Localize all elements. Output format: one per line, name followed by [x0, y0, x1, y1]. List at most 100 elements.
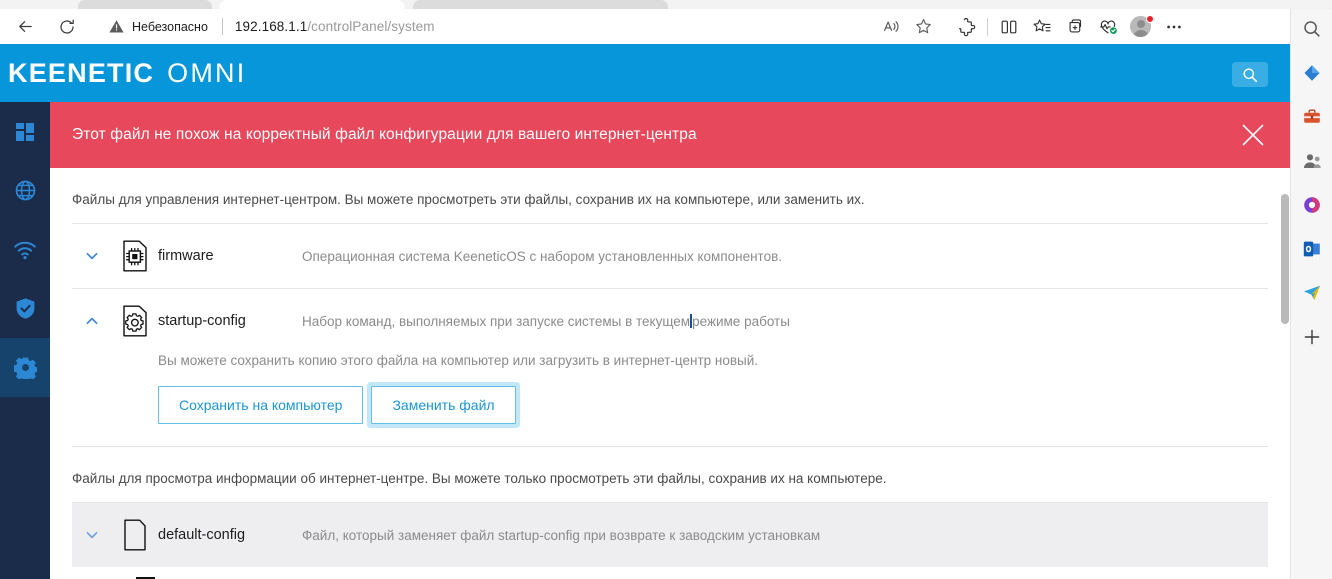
active-tab[interactable]	[219, 0, 405, 9]
background-tab[interactable]	[78, 0, 212, 9]
back-arrow-icon	[18, 21, 32, 32]
sidebar-item-settings[interactable]	[0, 338, 50, 397]
plus-icon	[1304, 329, 1319, 345]
close-icon	[1242, 124, 1264, 146]
url-host: 192.168.1.1	[234, 19, 308, 34]
toolbar-right-actions	[950, 9, 1190, 44]
url-text: 192.168.1.1/controlPanel/system	[235, 19, 435, 34]
file-row-default-config: default-config Файл, который заменяет фа…	[72, 503, 1268, 567]
file-name: default-config	[158, 527, 246, 543]
puzzle-icon	[958, 17, 975, 36]
edge-sidebar-item-search[interactable]	[1296, 13, 1328, 45]
add-to-collection-button[interactable]	[1058, 12, 1091, 42]
read-aloud-button[interactable]	[876, 13, 906, 40]
omnibox-actions	[876, 13, 938, 40]
keenetic-header: KEENETIC OMNI	[0, 44, 1290, 102]
heart-pulse-icon	[1099, 20, 1117, 34]
search-button[interactable]	[1232, 62, 1268, 87]
edge-sidebar-item-copilot[interactable]	[1296, 57, 1328, 89]
alert-close-button[interactable]	[1236, 118, 1270, 152]
sidebar-item-internet[interactable]	[0, 161, 50, 220]
edge-sidebar-add-button[interactable]	[1296, 321, 1328, 353]
screenshot-root: Небезопасно 192.168.1.1/controlPanel/sys…	[0, 0, 1332, 579]
sidebar-item-wifi[interactable]	[0, 220, 50, 279]
edge-sidebar-item-contacts[interactable]	[1296, 145, 1328, 177]
globe-icon	[15, 180, 35, 201]
chevron-down-icon[interactable]	[72, 248, 112, 264]
file-description: Набор команд, выполняемых при запуске си…	[302, 313, 790, 329]
not-secure-warning-icon	[109, 20, 124, 33]
file-row-header[interactable]: startup-config Набор команд, выполняемых…	[72, 289, 1268, 353]
file-row-header[interactable]: firmware Операционная система KeeneticOS…	[72, 224, 1268, 288]
collections-button[interactable]	[1025, 12, 1058, 42]
omnibox-divider	[221, 18, 223, 35]
page-body: Этот файл не похож на корректный файл ко…	[50, 102, 1290, 579]
brand-name: KEENETIC	[8, 58, 155, 88]
copy-plus-icon	[1069, 18, 1081, 32]
back-button[interactable]	[8, 12, 42, 42]
gear-icon	[13, 356, 37, 379]
manage-file-list: firmware Операционная система KeeneticOS…	[72, 223, 1268, 447]
search-icon	[1243, 68, 1258, 82]
file-action-buttons: Сохранить на компьютер Заменить файл	[158, 386, 1268, 424]
shield-check-icon	[16, 298, 34, 319]
security-status-label: Небезопасно	[132, 19, 208, 34]
model-name: OMNI	[167, 58, 247, 88]
sidebar-item-dashboard[interactable]	[0, 102, 50, 161]
file-row-startup-config: startup-config Набор команд, выполняемых…	[72, 289, 1268, 447]
url-path: /controlPanel/system	[307, 19, 435, 34]
split-screen-icon	[1001, 20, 1016, 33]
profile-button[interactable]	[1124, 12, 1157, 42]
split-screen-button[interactable]	[992, 12, 1025, 42]
briefcase-icon	[1303, 109, 1320, 123]
edge-sidebar	[1290, 9, 1332, 579]
alert-message: Этот файл не похож на корректный файл ко…	[72, 126, 697, 143]
reload-button[interactable]	[50, 12, 84, 42]
microsoft-365-icon	[1303, 197, 1320, 213]
edge-sidebar-item-tools[interactable]	[1296, 101, 1328, 133]
error-alert-banner: Этот файл не похож на корректный файл ко…	[50, 102, 1290, 168]
add-favorite-button[interactable]	[908, 13, 938, 40]
view-section-description: Файлы для просмотра информации об интерн…	[72, 471, 887, 486]
file-description: Операционная система KeeneticOS с наборо…	[302, 248, 783, 264]
file-description-before: Набор команд, выполняемых при запуске си…	[302, 313, 691, 329]
gear-document-icon	[112, 305, 158, 337]
web-page: KEENETIC OMNI Этот файл не похож на корр…	[0, 44, 1290, 579]
star-icon	[915, 19, 931, 34]
manage-section-description: Файлы для управления интернет-центром. В…	[72, 192, 865, 207]
browser-toolbar: Небезопасно 192.168.1.1/controlPanel/sys…	[0, 9, 1332, 44]
background-tab[interactable]	[413, 0, 668, 9]
file-row-header[interactable]: default-config Файл, который заменяет фа…	[72, 503, 1268, 567]
dashboard-grid-icon	[16, 122, 34, 141]
page-content: Файлы для управления интернет-центром. В…	[50, 168, 1290, 579]
keenetic-sidebar	[0, 102, 50, 579]
file-description-after: режиме работы	[692, 313, 790, 329]
chevron-up-icon[interactable]	[72, 313, 112, 329]
copilot-diamond-icon	[1304, 65, 1319, 81]
save-to-computer-button[interactable]: Сохранить на компьютер	[158, 386, 364, 424]
sidebar-item-security[interactable]	[0, 279, 50, 338]
edge-sidebar-item-office[interactable]	[1296, 189, 1328, 221]
toolbar-divider	[987, 17, 988, 36]
file-row-expanded-panel: Вы можете сохранить копию этого файла на…	[72, 353, 1268, 446]
edge-sidebar-item-mail[interactable]	[1296, 277, 1328, 309]
page-scrollbar[interactable]	[1280, 102, 1290, 579]
address-bar[interactable]: Небезопасно 192.168.1.1/controlPanel/sys…	[96, 11, 944, 42]
chevron-down-icon[interactable]	[72, 527, 112, 543]
file-name: startup-config	[158, 313, 246, 329]
file-row-partial	[72, 567, 1268, 579]
settings-and-more-button[interactable]	[1157, 12, 1190, 42]
contacts-icon	[1303, 154, 1321, 168]
file-name: firmware	[158, 248, 214, 264]
extensions-button[interactable]	[950, 12, 983, 42]
document-icon	[112, 519, 158, 551]
browser-essentials-button[interactable]	[1091, 12, 1124, 42]
file-description: Файл, который заменяет файл startup-conf…	[302, 527, 821, 543]
replace-file-button[interactable]: Заменить файл	[371, 386, 516, 424]
outlook-icon	[1303, 241, 1320, 257]
expand-description: Вы можете сохранить копию этого файла на…	[158, 353, 759, 368]
read-aloud-icon	[883, 21, 899, 32]
edge-sidebar-item-outlook[interactable]	[1296, 233, 1328, 265]
page-scrollbar-thumb[interactable]	[1281, 194, 1289, 324]
tab-strip	[0, 0, 1332, 9]
